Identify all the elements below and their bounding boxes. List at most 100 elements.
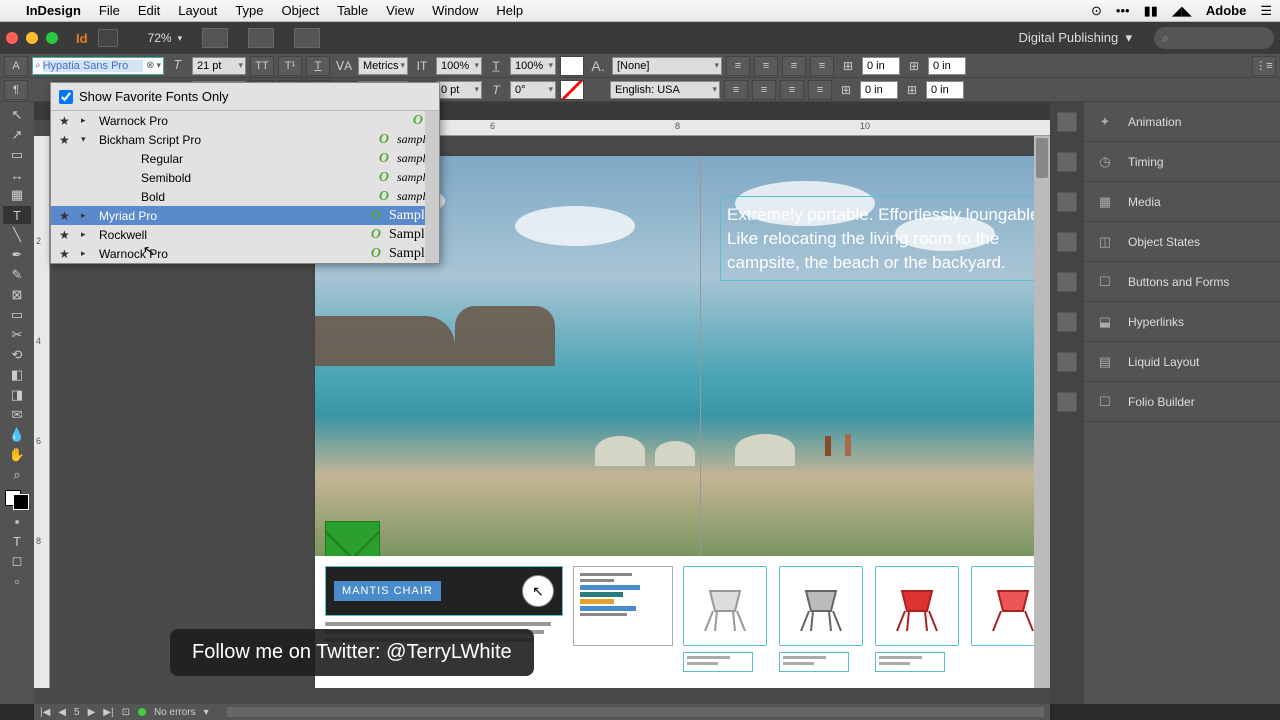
app-name[interactable]: InDesign: [26, 3, 81, 18]
panel-hyperlinks[interactable]: ⬓Hyperlinks: [1084, 302, 1280, 342]
menu-help[interactable]: Help: [496, 3, 523, 18]
panel-timing[interactable]: ◷Timing: [1084, 142, 1280, 182]
inset-left-field[interactable]: 0 in: [928, 57, 966, 75]
rectangle-frame-tool[interactable]: ⊠: [3, 286, 31, 304]
panel-buttons-forms[interactable]: ☐Buttons and Forms: [1084, 262, 1280, 302]
adobe-icon[interactable]: ◢◣: [1172, 3, 1192, 19]
vscale-field[interactable]: 100%: [436, 57, 482, 75]
apply-color-button[interactable]: ▪: [3, 512, 31, 530]
menu-view[interactable]: View: [386, 3, 414, 18]
menu-list-icon[interactable]: ☰: [1260, 3, 1272, 19]
pencil-tool[interactable]: ✎: [3, 266, 31, 284]
menu-window[interactable]: Window: [432, 3, 478, 18]
favorite-star-icon[interactable]: ★: [59, 114, 73, 128]
gradient-feather-tool[interactable]: ◨: [3, 386, 31, 404]
first-page-button[interactable]: |◀: [40, 707, 50, 718]
zoom-level[interactable]: 72%▾: [148, 31, 183, 45]
align-left-button[interactable]: ≡: [726, 56, 750, 76]
inset-right-field[interactable]: 0 in: [926, 81, 964, 99]
window-controls[interactable]: [6, 32, 58, 44]
favorite-star-icon[interactable]: ★: [59, 247, 73, 261]
rectangle-tool[interactable]: ▭: [3, 306, 31, 324]
color-swatch[interactable]: [5, 490, 29, 510]
free-transform-tool[interactable]: ⟲: [3, 346, 31, 364]
expand-arrow-icon[interactable]: ▸: [81, 248, 91, 259]
panel-animation[interactable]: ✦Animation: [1084, 102, 1280, 142]
favorite-star-icon[interactable]: ★: [59, 228, 73, 242]
product-thumb-1[interactable]: [683, 566, 767, 672]
gradient-swatch-tool[interactable]: ◧: [3, 366, 31, 384]
product-thumb-3[interactable]: [875, 566, 959, 672]
menu-type[interactable]: Type: [235, 3, 263, 18]
screen-mode-dropdown[interactable]: [248, 28, 274, 48]
note-tool[interactable]: ✉: [3, 406, 31, 424]
content-collector-tool[interactable]: ▦: [3, 186, 31, 204]
line-tool[interactable]: ╲: [3, 226, 31, 244]
dock-icon-5[interactable]: [1057, 272, 1077, 292]
horizontal-scrollbar[interactable]: [227, 707, 1044, 717]
fill-color[interactable]: [560, 56, 584, 76]
character-mode-button[interactable]: A: [4, 56, 28, 76]
expand-arrow-icon[interactable]: ▸: [81, 229, 91, 240]
adobe-label[interactable]: Adobe: [1206, 3, 1246, 18]
favorite-star-icon[interactable]: ★: [59, 133, 73, 147]
font-row[interactable]: ★▾Bickham Script ProOsample: [51, 130, 439, 149]
open-button[interactable]: ⊡: [122, 707, 130, 718]
arrange-dropdown[interactable]: [294, 28, 320, 48]
hand-tool[interactable]: ✋: [3, 446, 31, 464]
view-options-dropdown[interactable]: [202, 28, 228, 48]
dock-icon-2[interactable]: [1057, 152, 1077, 172]
type-tool[interactable]: T: [3, 206, 31, 224]
expand-arrow-icon[interactable]: ▸: [81, 115, 91, 126]
zoom-tool[interactable]: ⌕: [3, 466, 31, 484]
pen-tool[interactable]: ✒: [3, 246, 31, 264]
language-field[interactable]: English: USA: [610, 81, 720, 99]
font-row[interactable]: ★▸Myriad ProOSample: [51, 206, 439, 225]
panel-object-states[interactable]: ◫Object States: [1084, 222, 1280, 262]
favorites-checkbox[interactable]: [59, 90, 73, 104]
page-number[interactable]: 5: [74, 707, 80, 718]
inset-top-field[interactable]: 0 in: [862, 57, 900, 75]
clear-icon[interactable]: ⊗: [146, 60, 154, 71]
bridge-button[interactable]: [98, 29, 118, 47]
menu-signal-icon[interactable]: ▮▮: [1144, 3, 1158, 19]
font-row[interactable]: ★▸Warnock ProO: [51, 111, 439, 130]
format-container-button[interactable]: T: [3, 532, 31, 550]
cc-icon[interactable]: ⊙: [1091, 3, 1102, 19]
font-row[interactable]: ★▸RockwellOSample: [51, 225, 439, 244]
menu-extra-icon[interactable]: •••: [1116, 3, 1130, 18]
panel-media[interactable]: ▦Media: [1084, 182, 1280, 222]
panel-folio-builder[interactable]: ☐Folio Builder: [1084, 382, 1280, 422]
expand-arrow-icon[interactable]: ▾: [81, 134, 91, 145]
next-page-button[interactable]: ▶: [88, 707, 96, 718]
justify-left-button[interactable]: ≡: [752, 80, 776, 100]
direct-selection-tool[interactable]: ↗: [3, 126, 31, 144]
kerning-field[interactable]: Metrics: [358, 57, 408, 75]
hscale-field[interactable]: 100%: [510, 57, 556, 75]
prev-page-button[interactable]: ◀: [58, 707, 66, 718]
page-tool[interactable]: ▭: [3, 146, 31, 164]
font-family-field[interactable]: ⌕ ⊗ ▾: [32, 57, 164, 75]
skew-field[interactable]: 0°: [510, 81, 556, 99]
gap-tool[interactable]: ↔: [3, 166, 31, 184]
underline-button[interactable]: T: [306, 56, 330, 76]
panel-liquid-layout[interactable]: ▤Liquid Layout: [1084, 342, 1280, 382]
product-thumb-4[interactable]: [971, 566, 1034, 672]
font-list-scrollbar[interactable]: [425, 111, 439, 263]
help-search[interactable]: ⌕: [1154, 27, 1274, 49]
paragraph-mode-button[interactable]: ¶: [4, 80, 28, 100]
align-center-button[interactable]: ≡: [754, 56, 778, 76]
menu-object[interactable]: Object: [282, 3, 320, 18]
menu-layout[interactable]: Layout: [178, 3, 217, 18]
dock-icon-6[interactable]: [1057, 312, 1077, 332]
justify-center-button[interactable]: ≡: [780, 80, 804, 100]
preflight-status[interactable]: No errors: [154, 707, 196, 718]
default-fill-button[interactable]: ◻: [3, 552, 31, 570]
menu-file[interactable]: File: [99, 3, 120, 18]
font-size-field[interactable]: 21 pt: [192, 57, 246, 75]
expand-arrow-icon[interactable]: ▸: [81, 210, 91, 221]
screen-mode-button[interactable]: ▫: [3, 572, 31, 590]
align-right-button[interactable]: ≡: [782, 56, 806, 76]
hero-text-frame[interactable]: Extremely portable. Effortlessly loungab…: [720, 196, 1034, 281]
menu-table[interactable]: Table: [337, 3, 368, 18]
